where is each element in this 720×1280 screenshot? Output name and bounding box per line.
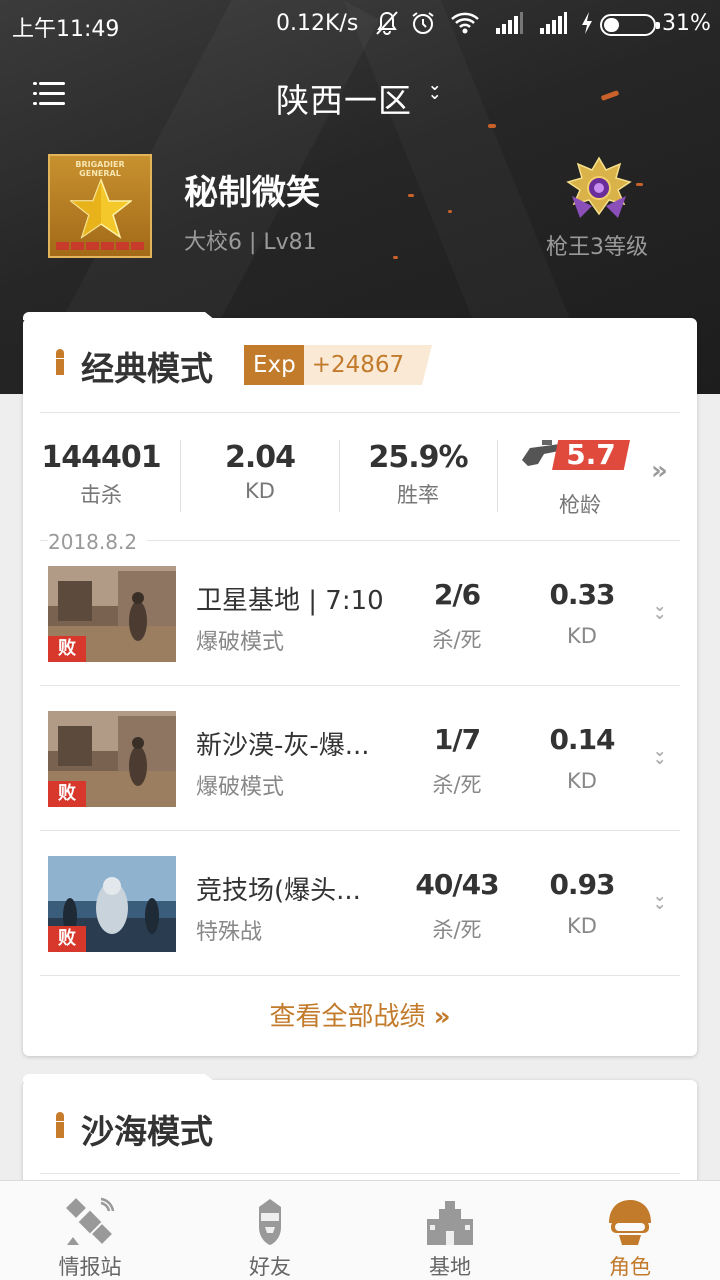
charging-icon bbox=[582, 12, 592, 34]
nav-label: 好友 bbox=[249, 1255, 291, 1279]
gun-rank-label: 枪王3等级 bbox=[546, 235, 648, 260]
helmet-icon bbox=[609, 1200, 651, 1245]
match-row[interactable]: 败 竞技场(爆头... 特殊战 40/43 杀/死 0.93 KD ⌄ ⌄ bbox=[23, 830, 697, 975]
lose-badge: 败 bbox=[48, 636, 86, 662]
nav-item-character[interactable]: 角色 bbox=[540, 1181, 720, 1280]
castle-icon bbox=[427, 1201, 473, 1245]
gun-king-badge-icon[interactable] bbox=[566, 156, 632, 220]
kd-label: KD bbox=[245, 479, 275, 503]
nav-label: 情报站 bbox=[58, 1255, 122, 1279]
satellite-icon bbox=[66, 1197, 115, 1245]
win-rate-value: 25.9% bbox=[368, 440, 468, 475]
match-kd: 0.33 bbox=[549, 578, 615, 611]
match-kills-deaths: 40/43 bbox=[415, 868, 499, 901]
match-kills-deaths: 2/6 bbox=[433, 578, 481, 611]
kd-value: 2.04 bbox=[224, 440, 296, 475]
menu-button[interactable] bbox=[33, 80, 65, 108]
signal-icon bbox=[540, 12, 567, 34]
mode-title: 沙海模式 bbox=[81, 1112, 213, 1151]
mute-icon bbox=[376, 11, 398, 35]
wifi-icon bbox=[451, 12, 479, 34]
battery-icon bbox=[600, 14, 660, 36]
expand-chevron-icon[interactable]: ⌄ ⌄ bbox=[653, 598, 666, 622]
status-net-speed: 0.12K/s bbox=[276, 11, 359, 36]
gun-age-value: 5.7 bbox=[552, 440, 630, 470]
chevron-down-icon: ⌄ ⌄ bbox=[428, 75, 442, 103]
match-kd-label: KD bbox=[567, 769, 597, 793]
match-map: 竞技场(爆头... bbox=[196, 876, 361, 906]
battery-percent: 31% bbox=[662, 11, 711, 36]
bullet-icon bbox=[56, 1112, 64, 1138]
stats-more-icon[interactable]: » bbox=[651, 456, 668, 486]
match-mode: 特殊战 bbox=[196, 920, 263, 945]
signal-icon bbox=[496, 12, 523, 34]
alarm-icon bbox=[412, 12, 434, 34]
match-kd-label: KD bbox=[567, 914, 597, 938]
double-chevron-right-icon: » bbox=[433, 1002, 451, 1032]
player-level: 大校6 | Lv81 bbox=[184, 230, 317, 255]
gun-age-badge: 5.7 bbox=[520, 436, 640, 476]
nav-label: 角色 bbox=[609, 1255, 651, 1279]
match-mode: 爆破模式 bbox=[196, 775, 285, 800]
match-kills-deaths-label: 杀/死 bbox=[432, 918, 482, 942]
match-kd-label: KD bbox=[567, 624, 597, 648]
match-kills-deaths: 1/7 bbox=[433, 723, 481, 756]
kills-stat: 144401 击杀 bbox=[31, 440, 171, 509]
status-bar: 上午11:49 0.12K/s 31% bbox=[0, 0, 720, 50]
bottom-nav: 情报站 好友 基地 角色 bbox=[0, 1180, 720, 1280]
gun-age-label: 枪龄 bbox=[559, 493, 601, 517]
nav-item-friends[interactable]: 好友 bbox=[180, 1181, 360, 1280]
nav-item-intel[interactable]: 情报站 bbox=[0, 1181, 180, 1280]
star-icon bbox=[70, 178, 132, 239]
view-all-label: 查看全部战绩 bbox=[269, 1002, 426, 1032]
lose-badge: 败 bbox=[48, 926, 86, 952]
match-kd: 0.93 bbox=[549, 868, 615, 901]
classic-mode-card: 经典模式 Exp +24867 144401 击杀 2.04 KD 25.9% … bbox=[23, 312, 697, 1056]
kills-label: 击杀 bbox=[80, 483, 122, 507]
rank-badge: BRIGADIER GENERAL bbox=[48, 154, 152, 258]
view-all-records-link[interactable]: 查看全部战绩 » bbox=[23, 996, 697, 1033]
exp-label: Exp bbox=[244, 345, 304, 385]
mode-title: 经典模式 bbox=[81, 349, 213, 388]
match-map: 卫星基地 | 7:10 bbox=[196, 586, 384, 616]
exp-tag: Exp +24867 bbox=[244, 345, 433, 385]
win-rate-stat: 25.9% 胜率 bbox=[348, 440, 488, 509]
lose-badge: 败 bbox=[48, 781, 86, 807]
match-map: 新沙漠-灰-爆... bbox=[196, 731, 370, 761]
bullet-icon bbox=[56, 349, 64, 375]
nav-item-base[interactable]: 基地 bbox=[360, 1181, 540, 1280]
win-rate-label: 胜率 bbox=[397, 483, 439, 507]
match-kd: 0.14 bbox=[549, 723, 615, 756]
soldier-icon bbox=[259, 1199, 281, 1245]
match-row[interactable]: 败 卫星基地 | 7:10 爆破模式 2/6 杀/死 0.33 KD ⌄ ⌄ bbox=[23, 540, 697, 685]
status-time: 上午11:49 bbox=[12, 17, 120, 42]
expand-chevron-icon[interactable]: ⌄ ⌄ bbox=[653, 743, 666, 767]
player-name: 秘制微笑 bbox=[184, 173, 320, 213]
server-name: 陕西一区 bbox=[276, 81, 412, 120]
match-mode: 爆破模式 bbox=[196, 630, 285, 655]
match-kills-deaths-label: 杀/死 bbox=[432, 628, 482, 652]
kills-value: 144401 bbox=[41, 440, 161, 475]
match-kills-deaths-label: 杀/死 bbox=[432, 773, 482, 797]
nav-label: 基地 bbox=[429, 1255, 471, 1279]
expand-chevron-icon[interactable]: ⌄ ⌄ bbox=[653, 888, 666, 912]
kd-stat: 2.04 KD bbox=[190, 440, 330, 503]
match-row[interactable]: 败 新沙漠-灰-爆... 爆破模式 1/7 杀/死 0.14 KD ⌄ ⌄ bbox=[23, 685, 697, 830]
exp-value: +24867 bbox=[303, 345, 433, 385]
